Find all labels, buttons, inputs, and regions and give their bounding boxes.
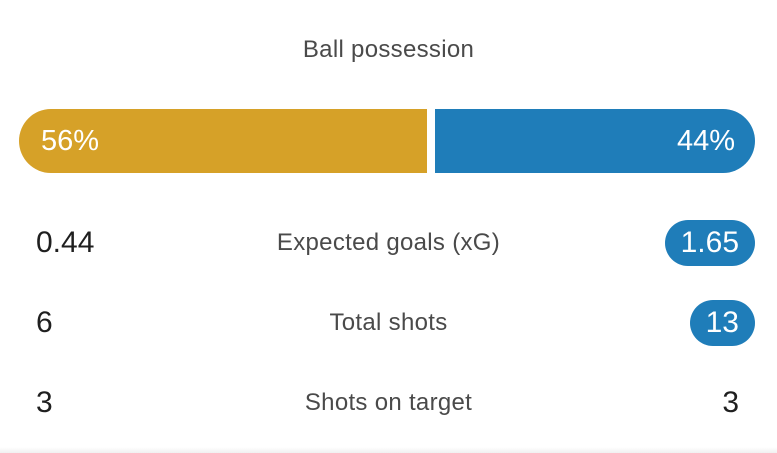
possession-away-segment: 44% [435,109,755,173]
stat-row-expected-goals: 0.44 Expected goals (xG) 1.65 [0,220,777,266]
stat-away-container: 3 [722,380,755,426]
stat-row-shots-on-target: 3 Shots on target 3 [0,380,777,426]
stat-label: Expected goals (xG) [276,229,501,256]
possession-home-label: 56% [41,124,100,157]
stat-label: Total shots [329,309,448,336]
possession-divider [427,109,435,173]
possession-away-label: 44% [676,124,735,157]
possession-home-segment: 56% [19,109,427,173]
stat-row-total-shots: 6 Total shots 13 [0,300,777,346]
possession-title: Ball possession [302,36,475,63]
stat-away-value: 3 [722,386,739,419]
stat-away-container: 1.65 [664,220,755,266]
stat-away-value: 13 [689,300,755,346]
possession-bar: 56% 44% [19,109,755,173]
stat-away-value: 1.65 [664,220,755,266]
stat-away-container: 13 [689,300,755,346]
panel-bottom-edge [0,447,777,453]
stat-label: Shots on target [304,389,473,416]
